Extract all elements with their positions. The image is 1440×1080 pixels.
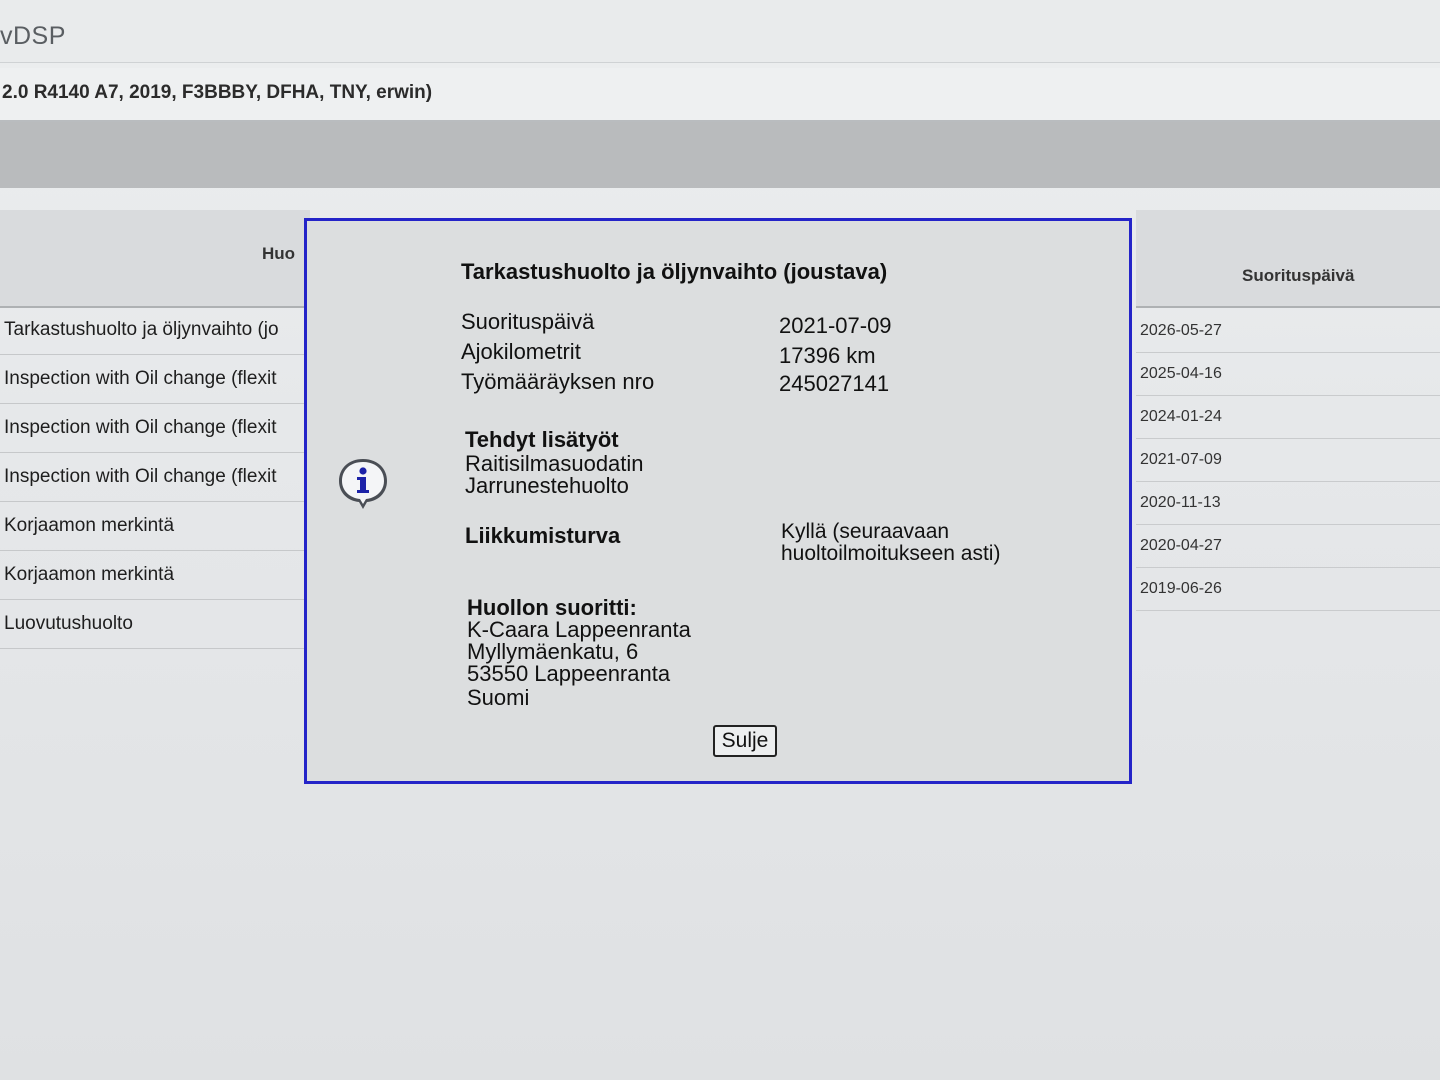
column-header-service[interactable]: Huo: [0, 210, 310, 308]
app-title: vDSP: [0, 22, 66, 50]
date-cell[interactable]: 2019-06-26: [1136, 568, 1440, 611]
info-icon: [339, 459, 387, 509]
column-header-service-label: Huo: [262, 244, 296, 263]
table-row[interactable]: Korjaamon merkintä: [0, 502, 310, 551]
performer-line: K-Caara Lappeenranta: [467, 617, 691, 642]
table-row[interactable]: Luovutushuolto: [0, 600, 310, 649]
mileage-label: Ajokilometrit: [461, 339, 581, 364]
date-cell[interactable]: 2020-04-27: [1136, 525, 1440, 568]
date-cell[interactable]: 2020-11-13: [1136, 482, 1440, 525]
date-label: Suorituspäivä: [461, 309, 595, 334]
column-header-date[interactable]: Suorituspäivä: [1136, 210, 1440, 308]
date-cell[interactable]: 2024-01-24: [1136, 396, 1440, 439]
table-row[interactable]: Inspection with Oil change (flexit: [0, 453, 310, 502]
table-row[interactable]: Inspection with Oil change (flexit: [0, 355, 310, 404]
performer-line: Myllymäenkatu, 6: [467, 639, 639, 664]
extra-work-heading: Tehdyt lisätyöt: [465, 427, 619, 452]
table-row[interactable]: Inspection with Oil change (flexit: [0, 404, 310, 453]
column-header-date-label: Suorituspäivä: [1242, 266, 1355, 285]
service-name-column: Tarkastushuolto ja öljynvaihto (jo Inspe…: [0, 306, 310, 649]
date-value: 2021-07-09: [779, 313, 892, 338]
table-row[interactable]: Korjaamon merkintä: [0, 551, 310, 600]
close-button[interactable]: Sulje: [713, 725, 777, 757]
vehicle-info-bar: 2.0 R4140 A7, 2019, F3BBBY, DFHA, TNY, e…: [0, 68, 1440, 122]
dialog-title: Tarkastushuolto ja öljynvaihto (joustava…: [461, 259, 888, 284]
date-cell[interactable]: 2026-05-27: [1136, 310, 1440, 353]
work-order-label: Työmääräyksen nro: [461, 369, 655, 394]
extra-work-item: Jarrunestehuolto: [465, 473, 629, 498]
mobility-label: Liikkumisturva: [465, 523, 621, 548]
date-cell[interactable]: 2021-07-09: [1136, 439, 1440, 482]
performer-line: 53550 Lappeenranta: [467, 661, 671, 686]
table-row[interactable]: Tarkastushuolto ja öljynvaihto (jo: [0, 306, 310, 355]
extra-work-item: Raitisilmasuodatin: [465, 451, 644, 476]
mobility-value-line1: Kyllä (seuraavaan: [781, 520, 950, 543]
date-column: 2026-05-27 2025-04-16 2024-01-24 2021-07…: [1136, 310, 1440, 611]
app-title-bar: vDSP: [0, 0, 1440, 63]
mileage-value: 17396 km: [779, 343, 876, 368]
date-cell[interactable]: 2025-04-16: [1136, 353, 1440, 396]
screen: vDSP 2.0 R4140 A7, 2019, F3BBBY, DFHA, T…: [0, 0, 1440, 1080]
performer-line: Suomi: [467, 685, 530, 710]
work-order-value: 245027141: [779, 371, 890, 396]
mobility-value-line2: huoltoilmoitukseen asti): [781, 542, 1001, 565]
vehicle-info: 2.0 R4140 A7, 2019, F3BBBY, DFHA, TNY, e…: [2, 82, 433, 103]
service-details-dialog: Tarkastushuolto ja öljynvaihto (joustava…: [304, 218, 1132, 784]
toolbar-band: [0, 122, 1440, 188]
